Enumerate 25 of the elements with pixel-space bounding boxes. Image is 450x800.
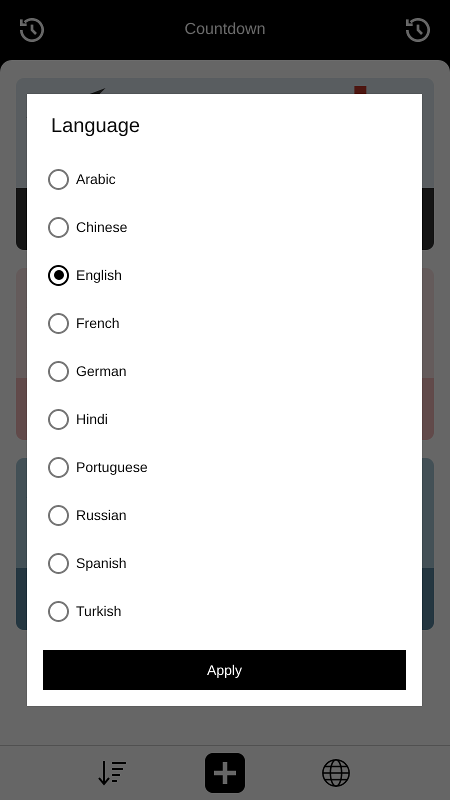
globe-icon[interactable] (320, 758, 352, 788)
language-option[interactable]: French (76, 315, 120, 331)
radio-button[interactable] (48, 504, 69, 526)
language-option[interactable]: Russian (76, 507, 127, 523)
dialog-title: Language (50, 114, 141, 138)
radio-button[interactable] (48, 408, 69, 430)
radio-button[interactable] (48, 168, 69, 190)
radio-button[interactable] (48, 264, 69, 286)
radio-button[interactable] (48, 360, 69, 382)
language-option[interactable]: English (76, 267, 122, 283)
language-option[interactable]: Turkish (76, 603, 122, 619)
radio-button[interactable] (48, 312, 69, 334)
radio-button[interactable] (48, 600, 69, 622)
app-title: Countdown (184, 21, 266, 39)
language-option[interactable]: Hindi (76, 411, 108, 427)
language-option[interactable]: Arabic (76, 171, 116, 187)
language-option[interactable]: Chinese (76, 219, 128, 235)
add-button[interactable] (204, 753, 245, 793)
language-option[interactable]: German (76, 363, 127, 379)
radio-button[interactable] (48, 552, 69, 574)
radio-button[interactable] (48, 456, 69, 478)
language-option[interactable]: Portuguese (76, 459, 148, 475)
radio-button[interactable] (48, 216, 69, 238)
apply-button[interactable]: Apply (43, 650, 406, 690)
language-option[interactable]: Spanish (76, 555, 127, 571)
